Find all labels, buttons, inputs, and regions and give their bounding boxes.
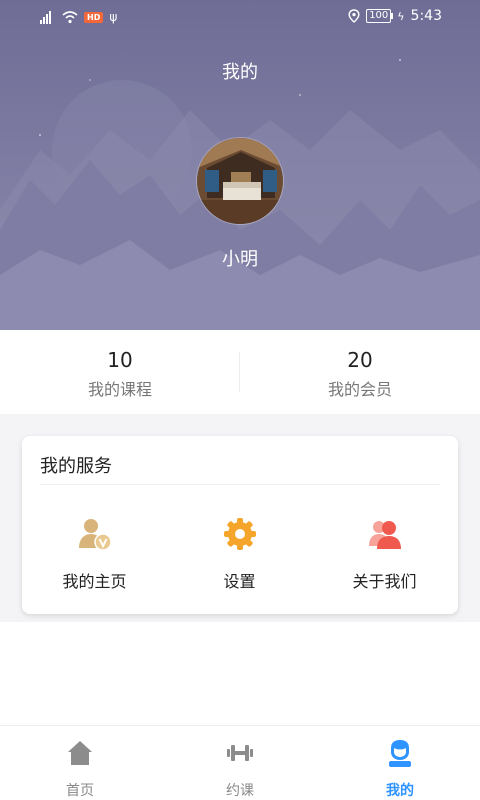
battery-indicator: 100 [366,9,394,23]
page-title: 我的 [222,62,258,83]
service-my-homepage[interactable]: 我的主页 [22,516,167,592]
tab-mine[interactable]: 我的 [320,738,480,800]
divider [40,484,440,485]
avatar[interactable] [196,137,284,225]
stat-members[interactable]: 20 我的会员 [240,348,480,400]
gear-icon [223,518,256,550]
dumbbell-icon [227,745,253,761]
signal-icon [40,10,56,24]
stat-label: 我的会员 [327,380,392,399]
users-icon [368,521,401,549]
user-v-icon [78,519,112,551]
charging-icon: ϟ [397,9,405,23]
profile-header: HD ψ 100 ϟ 5:43 我的 小明 [0,0,480,330]
service-label: 关于我们 [352,572,417,591]
services-title: 我的服务 [40,456,112,477]
stat-courses[interactable]: 10 我的课程 [0,348,240,400]
stat-label: 我的课程 [87,380,152,399]
tab-label: 我的 [386,783,414,799]
service-label: 设置 [223,572,256,591]
username: 小明 [222,249,258,270]
service-settings[interactable]: 设置 [167,516,312,592]
location-icon [348,9,360,23]
service-about-us[interactable]: 关于我们 [312,516,457,592]
profile-icon [389,740,411,767]
tab-book-class[interactable]: 约课 [160,738,320,800]
usb-icon: ψ [109,10,118,24]
status-time: 5:43 [410,8,442,24]
status-bar: HD ψ 100 ϟ 5:43 [0,0,480,36]
avatar-image [197,138,283,224]
wifi-icon [62,11,78,24]
tab-label: 约课 [226,783,254,799]
hd-badge: HD [84,11,104,23]
service-label: 我的主页 [62,572,127,591]
tab-home[interactable]: 首页 [0,738,160,800]
stat-value: 20 [347,348,373,372]
services-card: 我的服务 我的主页 设置 关于我们 [22,436,458,614]
tab-label: 首页 [66,783,94,799]
home-icon [68,741,92,765]
bottom-nav: 首页 约课 我的 [0,725,480,800]
stats-bar: 10 我的课程 20 我的会员 [0,330,480,414]
stat-value: 10 [107,348,133,372]
